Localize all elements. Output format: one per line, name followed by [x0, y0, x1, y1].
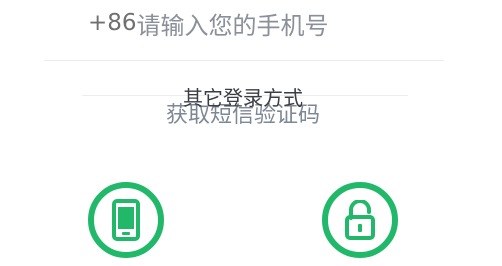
other-login-methods-label: 其它登录方式	[183, 86, 303, 110]
unlock-icon	[343, 200, 377, 240]
phone-placeholder: 请输入您的手机号	[136, 11, 329, 40]
input-underline	[44, 60, 444, 61]
phone-login-button[interactable]	[88, 182, 164, 258]
password-login-button[interactable]	[322, 182, 398, 258]
mobile-phone-icon	[111, 199, 141, 241]
phone-number-input[interactable]: +86 请输入您的手机号	[88, 4, 448, 42]
country-code: +86	[88, 10, 137, 36]
